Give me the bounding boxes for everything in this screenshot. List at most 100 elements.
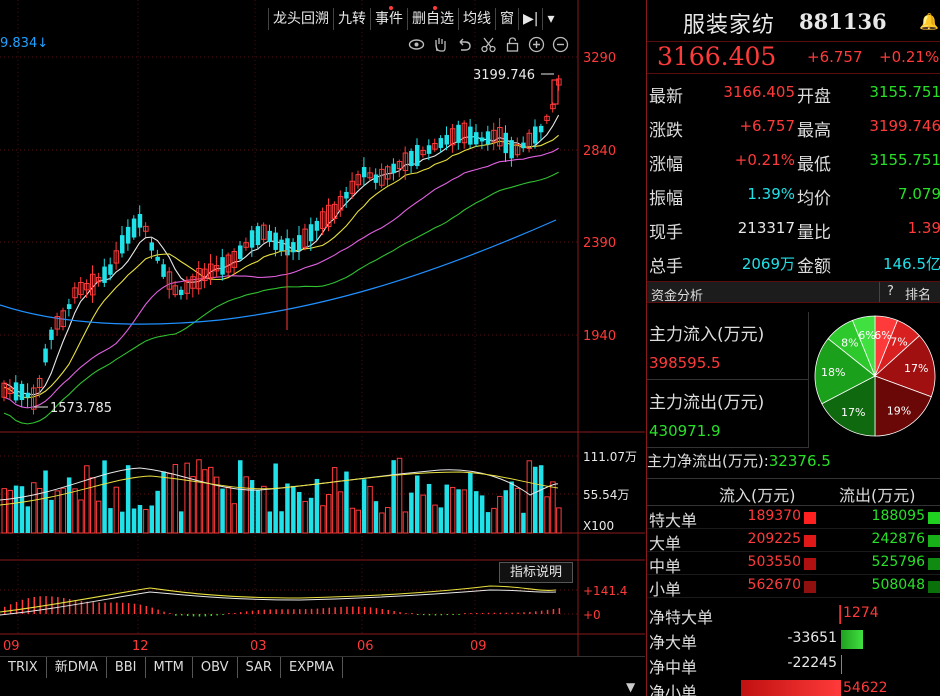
volume-bar [255, 490, 261, 533]
indicator-bar [452, 614, 454, 615]
undo-icon[interactable] [456, 36, 473, 53]
toolbar-remove-watchlist[interactable]: 删自选 [407, 6, 458, 30]
toolbar-events[interactable]: 事件 [370, 6, 407, 30]
toolbar-longtou[interactable]: 龙头回溯 [268, 8, 333, 30]
volume-bar [556, 507, 562, 534]
tab-sar[interactable]: SAR [238, 657, 281, 678]
indicator-bar [251, 610, 254, 614]
pie-label: 7% [890, 336, 907, 349]
volume-bar [444, 484, 449, 533]
quote-value: 2069万 [741, 255, 795, 273]
candle-body [474, 132, 479, 145]
help-button[interactable]: ? [879, 282, 901, 302]
candle-body [521, 142, 526, 149]
indicator-bar [328, 607, 330, 614]
volume-bar [7, 489, 13, 534]
toolbar-ma[interactable]: 均线 [458, 8, 495, 30]
tab-obv[interactable]: OBV [193, 657, 238, 678]
volume-bar [474, 491, 479, 533]
volume-bar [526, 460, 533, 534]
volume-bar [479, 495, 485, 533]
volume-bar [297, 491, 302, 533]
indicator-bar [145, 605, 148, 614]
fund-analysis-header: 资金分析 ? 排名 [647, 281, 940, 304]
quote-value: 3166.405 [723, 83, 795, 101]
volume-bar [468, 472, 473, 533]
indicator-bar [98, 602, 100, 614]
quote-value: 1.39 [907, 219, 940, 237]
zoom-out-icon[interactable] [552, 36, 569, 53]
candle-body [456, 124, 461, 143]
volume-bar [391, 460, 396, 533]
candle-body [179, 289, 184, 296]
volume-bar [308, 497, 314, 533]
pie-label: 17% [841, 406, 865, 419]
zoom-in-icon[interactable] [528, 36, 545, 53]
eye-icon[interactable] [408, 36, 425, 53]
hand-icon[interactable] [432, 36, 449, 53]
quote-value: 213317 [737, 219, 795, 237]
candle-body [273, 232, 278, 250]
month-label: 09 [3, 639, 20, 654]
volume-bar [149, 505, 154, 533]
net-order-row: 净小单 54622 [647, 677, 940, 696]
indicator-bar [458, 614, 460, 615]
pie-label: 8% [841, 336, 858, 349]
quote-panel: 服装家纺 881136 🔔 3166.405 +6.757 +0.21% 最新 3… [646, 0, 940, 696]
volume-bar [349, 507, 356, 534]
tab-trix[interactable]: TRIX [0, 657, 47, 678]
indicator-bar [322, 608, 325, 614]
candlestick-chart[interactable]: 3290 2840 2390 1940 111.07万 55.54万 X100 +141.4 +… [0, 0, 645, 656]
indicator-bar [192, 614, 195, 617]
indicator-bar [523, 612, 525, 614]
indicator-bar [346, 606, 348, 614]
quote-row: 最新 3166.405 开盘 3155.751 [647, 76, 940, 110]
tab-mtm[interactable]: MTM [146, 657, 193, 678]
outflow-swatch [928, 581, 940, 593]
quote-row: 振幅 1.39% 均价 7.079 [647, 178, 940, 212]
pie-label: 6% [874, 329, 891, 342]
toolbar-window[interactable]: 窗 [495, 8, 518, 30]
candle-body [19, 383, 25, 401]
indicator-help-button[interactable]: 指标说明 [499, 562, 573, 583]
tab-expma[interactable]: EXPMA [281, 657, 344, 678]
volume-bar [78, 499, 84, 534]
indicator-bar [358, 606, 360, 614]
scissors-icon[interactable] [480, 36, 497, 53]
volume-bar [491, 507, 497, 534]
order-row: 中单 503550 525796 [647, 552, 940, 576]
candle-body [468, 126, 473, 145]
lock-icon[interactable] [504, 36, 521, 53]
volume-bar [509, 481, 514, 533]
volume-bar [102, 460, 107, 533]
indicator-bar [470, 613, 472, 614]
indicator-bar [393, 611, 395, 614]
candle-body [291, 242, 296, 253]
volume-bar [279, 511, 284, 533]
candle-body [479, 137, 485, 142]
indicator-bar [287, 609, 289, 614]
volume-bar [273, 463, 278, 533]
bell-icon[interactable]: 🔔 [919, 12, 939, 31]
dropdown-icon[interactable]: ▾ [542, 8, 558, 30]
month-label: 03 [250, 639, 267, 654]
indicator-bar [411, 613, 413, 614]
pin-right-icon[interactable]: ▶| [518, 8, 542, 30]
candle-body [314, 220, 320, 231]
volume-bar [196, 459, 202, 534]
quote-label: 金额 [797, 257, 831, 277]
rank-button[interactable]: 排名 [905, 284, 931, 303]
quote-row: 现手 213317 量比 1.39 [647, 212, 940, 246]
indicator-bar [417, 614, 419, 615]
tab-new-dma[interactable]: 新DMA [47, 657, 107, 678]
month-label: 06 [357, 639, 374, 654]
indicator-bar [110, 602, 112, 614]
tab-bbi[interactable]: BBI [107, 657, 146, 678]
scroll-down-icon[interactable]: ▼ [626, 680, 635, 694]
volume-bar [373, 501, 379, 533]
toolbar-jiuzhuan[interactable]: 九转 [333, 8, 370, 30]
net-order-row: 净特大单 1274 [647, 602, 940, 627]
outflow-swatch [928, 535, 940, 547]
order-type: 小单 [649, 580, 682, 599]
outflow-swatch [928, 558, 940, 570]
